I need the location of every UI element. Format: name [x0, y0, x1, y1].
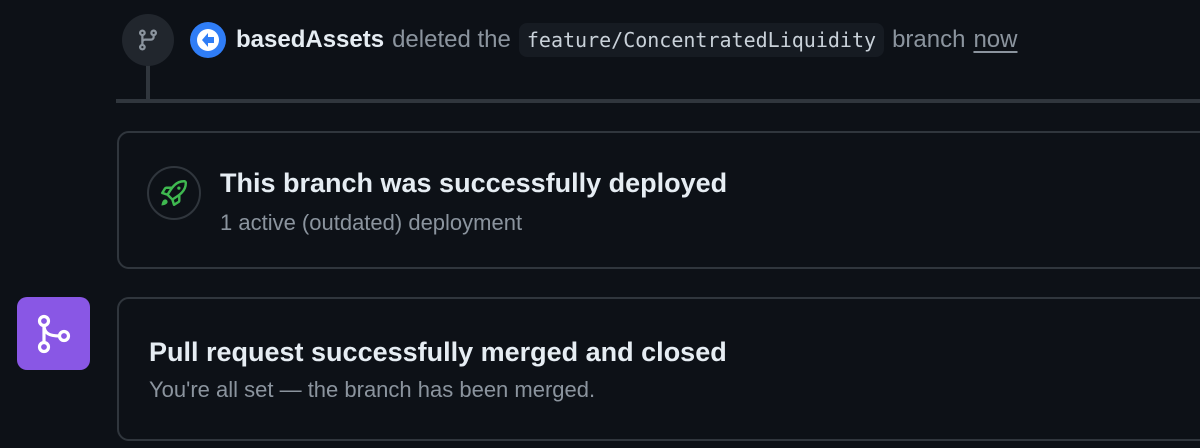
timestamp-link[interactable]: now: [973, 26, 1017, 54]
deployment-subtitle[interactable]: 1 active (outdated) deployment: [220, 210, 522, 236]
rocket-icon: [147, 166, 201, 220]
merge-status-card: Pull request successfully merged and clo…: [117, 297, 1200, 441]
branch-name[interactable]: feature/ConcentratedLiquidity: [518, 23, 885, 57]
event-action-text: deleted the: [392, 26, 511, 53]
git-branch-icon: [122, 14, 174, 66]
event-suffix-text: branch: [892, 26, 966, 53]
deployment-title: This branch was successfully deployed: [220, 168, 728, 198]
git-merge-icon: [17, 297, 90, 370]
avatar[interactable]: [190, 22, 226, 58]
branch-deleted-event: basedAssets deleted the feature/Concentr…: [190, 20, 1017, 60]
pr-timeline: basedAssets deleted the feature/Concentr…: [0, 0, 1200, 448]
actor-link[interactable]: basedAssets: [236, 26, 384, 54]
deployment-card: This branch was successfully deployed 1 …: [117, 131, 1200, 269]
merge-status-subtitle: You're all set — the branch has been mer…: [149, 377, 596, 402]
timeline-divider: [116, 99, 1200, 103]
merge-status-title: Pull request successfully merged and clo…: [149, 337, 727, 367]
